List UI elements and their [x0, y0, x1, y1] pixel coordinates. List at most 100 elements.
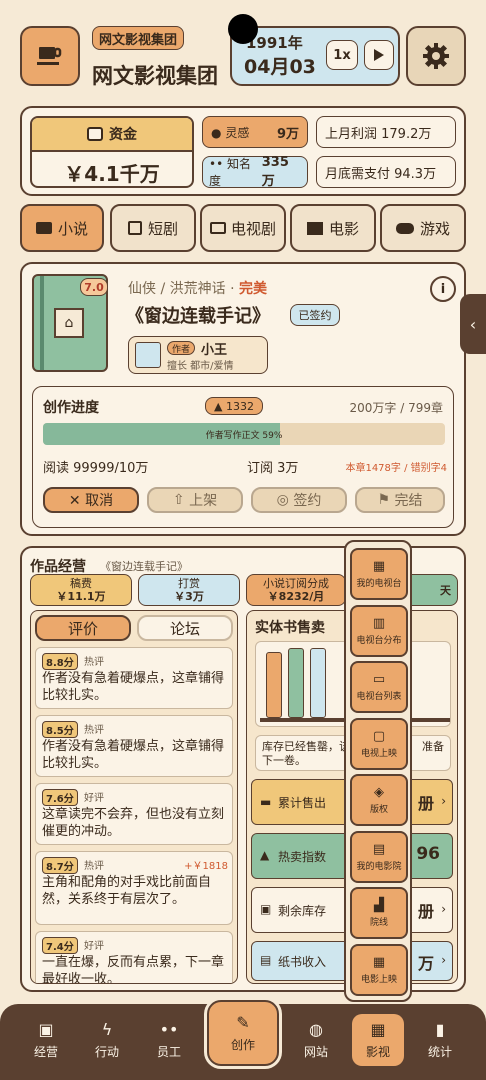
tab-forum[interactable]: 论坛 — [137, 615, 233, 641]
review-score: 8.7分 — [42, 857, 78, 874]
house-icon: ⌂ — [54, 308, 84, 338]
nav-people[interactable]: •• 员工 — [143, 1014, 195, 1066]
tv-menu-item[interactable]: ▥ 电视台分布 — [350, 604, 408, 657]
book-spine-blue — [310, 648, 326, 718]
fire-count-value: 1332 — [225, 399, 254, 413]
tv-menu-label: 院线 — [369, 918, 388, 928]
book-income-value: 万 — [417, 954, 434, 973]
nav-bar-chart[interactable]: ▮ 统计 — [414, 1014, 466, 1066]
finish-button[interactable]: ⚑ 完结 — [355, 487, 445, 513]
review-tag: 热评 — [84, 657, 104, 668]
author-specialty: 擅长 都市/爱情 — [167, 361, 234, 372]
novel-card: ⌂ 7.0 仙侠 / 洪荒神话 · 完美 《窗边连载手记》 已签约 i 作者 小… — [20, 262, 466, 536]
nav-globe[interactable]: ◍ 网站 — [290, 1014, 342, 1066]
review-tag: 热评 — [84, 725, 104, 736]
reviews-panel: 评价 论坛 8.8分 热评 作者没有急着硬爆点，这章铺得比较扎实。 8.5分 热… — [30, 610, 238, 984]
handshake-icon: ◈ — [374, 785, 384, 800]
hot-index-label: 热卖指数 — [278, 850, 327, 864]
remaining-stock-value: 册 — [417, 902, 434, 921]
tv-menu-item[interactable]: ◈ 版权 — [350, 774, 408, 826]
progress-bar: 作者写作正文 59% — [43, 423, 445, 445]
review-item[interactable]: 8.8分 热评 作者没有急着硬爆点，这章铺得比较扎实。 — [35, 647, 233, 709]
review-score: 8.8分 — [42, 653, 78, 670]
review-text: 这章读完不会弃，但也没有立刻催更的冲动。 — [42, 807, 225, 839]
cash-icon: ▬ — [260, 795, 272, 809]
clip-icon — [127, 221, 142, 235]
tv-menu-item[interactable]: ▢ 电视上映 — [350, 717, 408, 770]
cinema-icon: ▤ — [372, 841, 386, 857]
stock-note-right: 准备 — [422, 740, 444, 753]
settings-button[interactable] — [406, 26, 466, 86]
chapter-errors: 本章1478字 / 错别字4 — [345, 463, 447, 474]
play-button[interactable] — [364, 40, 394, 70]
review-item[interactable]: 7.6分 好评 这章读完不会弃，但也没有立刻催更的冲动。 — [35, 783, 233, 845]
review-item[interactable]: 8.7分 热评 +￥1818 主角和配角的对手戏比前面自然，关系终于有层次了。 — [35, 851, 233, 925]
review-tag: 热评 — [84, 861, 104, 872]
play-icon — [374, 49, 384, 61]
tv-menu-label: 电视台列表 — [356, 692, 402, 702]
month-end-pay: 月底需支付 94.3万 — [316, 156, 456, 188]
book-spine-orange — [266, 652, 282, 718]
chevron-right-icon: › — [441, 794, 446, 808]
book-spine-green — [288, 648, 304, 718]
last-month-profit: 上月利润 179.2万 — [316, 116, 456, 148]
side-drawer-toggle[interactable]: ‹ — [460, 294, 486, 354]
tv-menu-label: 电影上映 — [360, 974, 397, 985]
progress-panel: 创作进度 ▲ 1332 200万字 / 799章 作者写作正文 59% 阅读 9… — [32, 386, 454, 528]
nav-lightning[interactable]: ϟ 行动 — [81, 1014, 133, 1066]
tab-game[interactable]: 游戏 — [380, 204, 466, 252]
ops-subtitle: 《窗边连载手记》 — [100, 560, 188, 573]
tab-tv-series-label: 电视剧 — [230, 219, 276, 238]
tv-menu-item[interactable]: ▤ 我的电影院 — [350, 830, 408, 883]
profile-button[interactable] — [20, 26, 80, 86]
globe-icon: ◍ — [309, 1020, 323, 1039]
nav-clapper[interactable]: ▦ 影视 — [352, 1014, 404, 1066]
tab-short-drama[interactable]: 短剧 — [110, 204, 196, 252]
nav-pencil[interactable]: ✎ 创作 — [207, 1000, 279, 1066]
publish-button[interactable]: ⇧ 上架 — [147, 487, 243, 513]
pencil-icon: ✎ — [236, 1013, 250, 1032]
author-name: 小王 — [201, 343, 228, 358]
tv-menu-item[interactable]: ▦ 我的电视台 — [350, 548, 408, 600]
review-item[interactable]: 7.4分 好评 一直在爆，反而有点累，下一章最好收一收。 — [35, 931, 233, 983]
author-card[interactable]: 作者 小王 擅长 都市/爱情 — [128, 336, 268, 374]
finish-label: 完结 — [394, 493, 423, 509]
tv-menu-item[interactable]: ▭ 电视台列表 — [350, 661, 408, 713]
days-chip-value: 天 — [440, 583, 451, 597]
genre-line: 仙侠 / 洪荒神话 · 完美 — [128, 278, 267, 298]
tab-review[interactable]: 评价 — [35, 615, 131, 641]
fire-count: ▲ 1332 — [205, 397, 263, 415]
sign-button[interactable]: ◎ 签约 — [251, 487, 347, 513]
subscription-chip-value: ￥8232/月 — [267, 590, 325, 603]
cancel-button[interactable]: ✕ 取消 — [43, 487, 139, 513]
review-score: 7.4分 — [42, 937, 78, 954]
nav-briefcase[interactable]: ▣ 经营 — [20, 1014, 72, 1066]
stats-panel: 资金 ￥4.1千万 ● 灵感 9万 •• 知名度 335万 上月利润 179.2… — [20, 106, 466, 196]
review-item[interactable]: 8.5分 热评 作者没有急着硬爆点，这章铺得比较扎实。 — [35, 715, 233, 777]
speed-button[interactable]: 1x — [326, 40, 358, 70]
bulb-icon: ● — [211, 125, 222, 140]
chevron-left-icon: ‹ — [469, 314, 477, 334]
chevron-right-icon-2: › — [441, 902, 446, 916]
author-tag: 作者 — [167, 341, 195, 355]
tab-tv-series[interactable]: 电视剧 — [200, 204, 286, 252]
info-button[interactable]: i — [430, 276, 456, 302]
tv-icon: ▭ — [372, 672, 386, 687]
coffee-cup-icon — [37, 47, 62, 65]
publish-label: 上架 — [189, 493, 218, 509]
tab-movie[interactable]: 电影 — [290, 204, 376, 252]
reads-text: 阅读 99999/10万 — [43, 461, 149, 476]
hot-index-value: 96 — [416, 844, 440, 864]
nav-label: 创作 — [230, 1038, 255, 1052]
tv-menu-item[interactable]: ▦ 电影上映 — [350, 943, 408, 996]
tab-novel[interactable]: 小说 — [20, 204, 104, 252]
tip-chip: 打赏 ￥3万 — [138, 574, 240, 606]
monitor-icon — [209, 222, 226, 234]
tab-movie-label: 电影 — [328, 219, 359, 238]
review-tag: 好评 — [84, 793, 104, 804]
tab-novel-label: 小说 — [57, 219, 88, 238]
tv-menu-item[interactable]: ▟ 院线 — [350, 887, 408, 939]
lightning-icon: ϟ — [101, 1020, 113, 1039]
book-icon — [35, 222, 52, 234]
screen-icon: ▢ — [372, 728, 386, 744]
